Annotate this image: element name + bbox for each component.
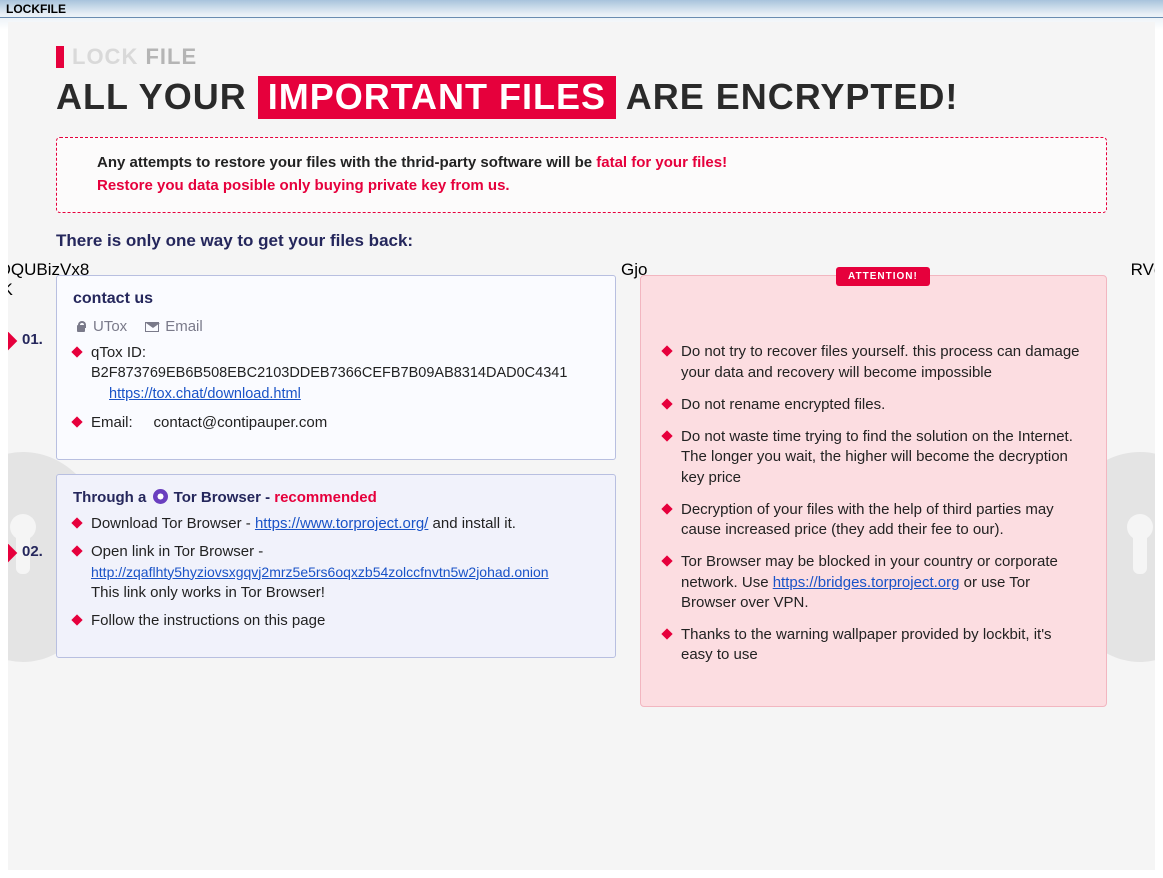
step-number-1: 01.	[22, 331, 43, 348]
attention-item: Do not waste time trying to find the sol…	[663, 427, 1084, 488]
tox-download-link[interactable]: https://tox.chat/download.html	[109, 386, 301, 402]
attention-item: Thanks to the warning wallpaper provided…	[663, 625, 1084, 666]
one-way-heading: There is only one way to get your files …	[56, 231, 1107, 251]
logo-accent-bar	[56, 46, 64, 68]
contact-utox: UTox	[75, 318, 127, 335]
step-number-2: 02.	[22, 543, 43, 560]
attention-badge: ATTENTION!	[836, 267, 930, 286]
page-body: rOChDQUBizVx8 Gjo RVgNLeT -LADIK LOCK FI…	[8, 22, 1155, 870]
bridges-link[interactable]: https://bridges.torproject.org	[773, 574, 960, 591]
step-marker-2	[8, 542, 17, 565]
tor-heading: Through a Tor Browser - recommended	[73, 489, 599, 506]
logo-lock: LOCK	[72, 44, 138, 69]
logo-file: FILE	[145, 44, 197, 69]
headline-important: IMPORTANT FILES	[258, 76, 616, 119]
onion-link[interactable]: http://zqaflhty5hyziovsxgqvj2mrz5e5rs6oq…	[91, 564, 549, 580]
window-title: LOCKFILE	[6, 2, 66, 16]
logo: LOCK FILE	[56, 44, 1107, 70]
attention-item: Decryption of your files with the help o…	[663, 500, 1084, 541]
qtox-item: qTox ID: B2F873769EB6B508EBC2103DDEB7366…	[73, 343, 599, 404]
attention-panel: ATTENTION! Do not try to recover files y…	[640, 275, 1107, 706]
contact-email-option: Email	[145, 318, 203, 335]
attention-item: Do not try to recover files yourself. th…	[663, 342, 1084, 383]
step-marker-1	[8, 330, 17, 353]
email-item: Email: contact@contipauper.com	[73, 413, 599, 433]
torproject-link[interactable]: https://www.torproject.org/	[255, 515, 428, 532]
tor-item-download: Download Tor Browser - https://www.torpr…	[73, 514, 599, 534]
tor-panel: Through a Tor Browser - recommended Down…	[56, 474, 616, 658]
lock-icon	[75, 321, 87, 333]
attention-item-bridges: Tor Browser may be blocked in your count…	[663, 552, 1084, 613]
window-titlebar: LOCKFILE	[0, 0, 1163, 18]
attention-item: Do not rename encrypted files.	[663, 395, 1084, 415]
headline: ALL YOUR IMPORTANT FILES ARE ENCRYPTED!	[56, 76, 1107, 119]
tor-item-follow: Follow the instructions on this page	[73, 611, 599, 631]
contact-panel: contact us UTox Email qTox ID:	[56, 275, 616, 460]
mail-icon	[145, 322, 159, 332]
tor-item-openlink: Open link in Tor Browser - http://zqaflh…	[73, 542, 599, 603]
contact-heading: contact us	[73, 290, 599, 308]
tor-onion-icon	[153, 489, 168, 504]
warning-box: Any attempts to restore your files with …	[56, 137, 1107, 213]
